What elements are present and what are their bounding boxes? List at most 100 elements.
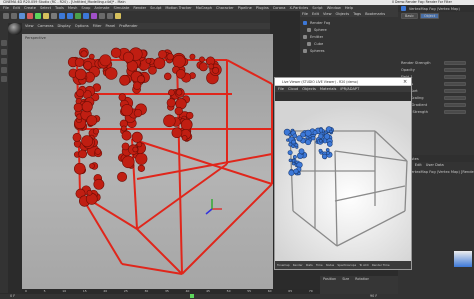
tab-object[interactable]: Object [419,12,440,19]
viewport-menu-item[interactable]: View [25,24,34,28]
undo-icon[interactable] [3,13,9,19]
attribute-input[interactable] [444,67,466,72]
scale-icon[interactable] [35,13,41,19]
main-menu-item[interactable]: Motion Tracker [165,6,191,10]
attribute-field[interactable]: Opacity [398,66,474,73]
pen-icon[interactable] [67,13,73,19]
gradient-swatch[interactable] [454,251,472,267]
render-menu-item[interactable]: Cloud [288,87,298,91]
viewport-menu-item[interactable]: Panel [106,24,116,28]
render-titlebar: Live Viewer (STUDIO LIVE Viewer) - R20 (… [275,78,411,86]
cloner-icon[interactable] [83,13,89,19]
viewport[interactable]: Perspective [22,34,273,289]
main-menu-item[interactable]: Script [312,6,322,10]
object-list-item[interactable]: Cube [300,40,398,47]
sphere [291,139,296,145]
object-list-item[interactable]: Render Fog [300,19,398,26]
main-menu-item[interactable]: X-Particles [290,6,309,10]
attribute-input[interactable] [444,88,466,93]
frame-start[interactable]: 0 F [10,294,15,298]
main-menu-item[interactable]: Mesh [68,6,77,10]
main-menu-item[interactable]: Snap [81,6,90,10]
object-menu-item[interactable]: View [323,12,332,16]
material-preview[interactable] [8,23,22,35]
light-icon[interactable] [115,13,121,19]
object-menu-item[interactable]: Objects [336,12,350,16]
play-icon[interactable] [190,294,194,298]
main-menu-item[interactable]: Select [40,6,51,10]
attribute-input[interactable] [444,102,466,107]
cube-icon[interactable] [59,13,65,19]
object-label: Spheres [310,48,325,53]
object-list-item[interactable]: Sphere [300,26,398,33]
sphere [121,142,130,151]
redo-icon[interactable] [11,13,17,19]
close-icon[interactable]: × [403,79,407,85]
main-menu-item[interactable]: Animate [94,6,109,10]
main-menu-item[interactable]: Corona [273,6,286,10]
main-menu-item[interactable]: Simulate [113,6,129,10]
object-icon [307,41,311,46]
viewport-menu-item[interactable]: ProRender [119,24,138,28]
viewport-scene [67,47,273,275]
object-menu-item[interactable]: Tags [353,12,361,16]
main-menu-item[interactable]: Sculpt [150,6,161,10]
attribute-input[interactable] [444,74,466,79]
main-menu-item[interactable]: Character [216,6,234,10]
polygons-mode-icon[interactable] [1,76,7,82]
coord-header: Rotation [355,277,370,281]
sphere [137,75,145,84]
tab-basic[interactable]: Basic [401,12,418,19]
coord-header: Size [342,277,350,281]
render-menu-item[interactable]: IPR/ADAPT [340,87,359,91]
attributes-menu-item[interactable]: User Data [426,163,444,167]
main-menu-item[interactable]: Edit [13,6,20,10]
main-menu-item[interactable]: MoGraph [196,6,212,10]
render-menu-item[interactable]: Objects [302,87,316,91]
sphere [74,68,87,81]
viewport-menu-item[interactable]: Filter [93,24,102,28]
sphere [122,155,135,169]
model-mode-icon[interactable] [1,40,7,46]
scene-icon[interactable] [99,13,105,19]
sphere [131,131,143,143]
object-menu-item[interactable]: File [302,12,308,16]
object-menu-item[interactable]: Bookmarks [365,12,385,16]
object-menu-item[interactable]: Edit [312,12,319,16]
move-icon[interactable] [27,13,33,19]
edges-mode-icon[interactable] [1,67,7,73]
main-menu-item[interactable]: Plugins [256,6,269,10]
viewport-menu-item[interactable]: Options [75,24,89,28]
attribute-input[interactable] [444,60,466,65]
deformer-icon[interactable] [91,13,97,19]
attribute-input[interactable] [444,81,466,86]
object-list-item[interactable]: Spheres [300,47,398,54]
subdivision-icon[interactable] [75,13,81,19]
main-menu-item[interactable]: Create [24,6,36,10]
render-menu-item[interactable]: Materials [320,87,336,91]
live-select-icon[interactable] [19,13,25,19]
camera-icon[interactable] [107,13,113,19]
main-menu-item[interactable]: Help [345,6,353,10]
main-menu-item[interactable]: File [3,6,9,10]
render-menu-item[interactable]: File [278,87,284,91]
rotate-icon[interactable] [43,13,49,19]
object-label: Sphere [314,27,327,32]
frame-end[interactable]: 90 F [370,294,377,298]
points-mode-icon[interactable] [1,58,7,64]
attributes-menu-item[interactable]: Edit [415,163,422,167]
main-menu-item[interactable]: Window [327,6,341,10]
main-menu-item[interactable]: Pipeline [238,6,252,10]
render-status-item: Spectroscope [337,263,357,267]
main-menu-item[interactable]: Render [133,6,146,10]
attribute-input[interactable] [444,109,466,114]
viewport-menu-item[interactable]: Cameras [38,24,54,28]
attribute-field[interactable]: Render Strength [398,59,474,66]
render-icon[interactable] [51,13,57,19]
object-list-item[interactable]: Emitter [300,33,398,40]
attribute-input[interactable] [444,95,466,100]
main-menu-item[interactable]: Tools [55,6,64,10]
texture-mode-icon[interactable] [1,49,7,55]
sphere [120,125,127,132]
viewport-menu-item[interactable]: Display [58,24,71,28]
